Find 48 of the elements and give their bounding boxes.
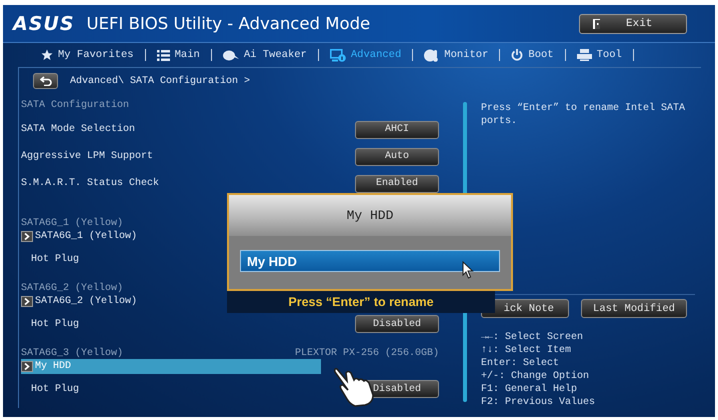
port-label: SATA6G_2 (Yellow) xyxy=(21,282,124,294)
mouse-pointer-icon xyxy=(462,261,474,279)
value-button[interactable]: Auto xyxy=(355,148,439,166)
printer-icon xyxy=(576,49,592,61)
key-hint: +/-: Change Option xyxy=(481,370,590,383)
tab[interactable]: Monitor xyxy=(424,48,488,62)
setting-label: Hot Plug xyxy=(31,254,80,264)
tab[interactable]: Main xyxy=(156,49,200,61)
screen-info-icon xyxy=(330,48,346,62)
key-hint: F2: Previous Values xyxy=(481,396,596,409)
port-label: SATA6G_1 (Yellow) xyxy=(21,218,124,228)
submenu-arrow-icon xyxy=(21,231,33,242)
submenu-arrow-icon xyxy=(21,361,33,372)
exit-button[interactable]: Exit xyxy=(579,14,687,34)
dialog-hint: Press “Enter” to rename xyxy=(288,295,434,309)
key-hint: →←: Select Screen xyxy=(481,331,584,344)
setting-label: Aggressive LPM Support xyxy=(21,151,154,162)
star-icon xyxy=(41,49,53,61)
back-button[interactable] xyxy=(33,73,58,89)
value-button[interactable]: AHCI xyxy=(355,120,439,138)
side-button[interactable]: Last Modified xyxy=(581,299,687,318)
port-link[interactable]: SATA6G_1 (Yellow) xyxy=(21,229,321,244)
back-arrow-icon xyxy=(40,76,52,86)
setting-label: S.M.A.R.T. Status Check xyxy=(21,178,160,189)
key-hint: Enter: Select xyxy=(481,357,560,370)
setting-label: SATA Mode Selection xyxy=(21,124,136,135)
section-label: SATA Configuration xyxy=(21,100,130,110)
dialog-title: My HDD xyxy=(346,208,394,223)
key-hint: ↑↓: Select Item xyxy=(481,344,572,357)
power-icon xyxy=(511,49,524,61)
tab[interactable]: Boot xyxy=(511,49,554,61)
window-title: UEFI BIOS Utility - Advanced Mode xyxy=(86,14,372,33)
tab[interactable]: Ai Tweaker xyxy=(222,49,307,61)
name-input-field[interactable]: My HDD xyxy=(240,250,500,272)
breadcrumb: Advanced\ SATA Configuration > xyxy=(70,76,250,86)
key-hint: F1: General Help xyxy=(481,383,578,396)
submenu-arrow-icon xyxy=(21,296,33,307)
setting-label: Hot Plug xyxy=(31,318,80,330)
setting-label: Hot Plug xyxy=(31,384,80,394)
device-name: PLEXTOR PX-256 (256.0GB) xyxy=(294,348,439,358)
value-button[interactable]: Enabled xyxy=(355,174,439,192)
list-icon xyxy=(156,50,170,60)
asus-logo: ASUS xyxy=(13,12,75,34)
tab[interactable]: Tool xyxy=(576,49,622,61)
tab[interactable]: My Favorites xyxy=(41,49,134,61)
tab[interactable]: Advanced xyxy=(330,48,402,62)
port-label: SATA6G_3 (Yellow) xyxy=(21,348,124,358)
value-button[interactable]: Disabled xyxy=(355,315,439,333)
